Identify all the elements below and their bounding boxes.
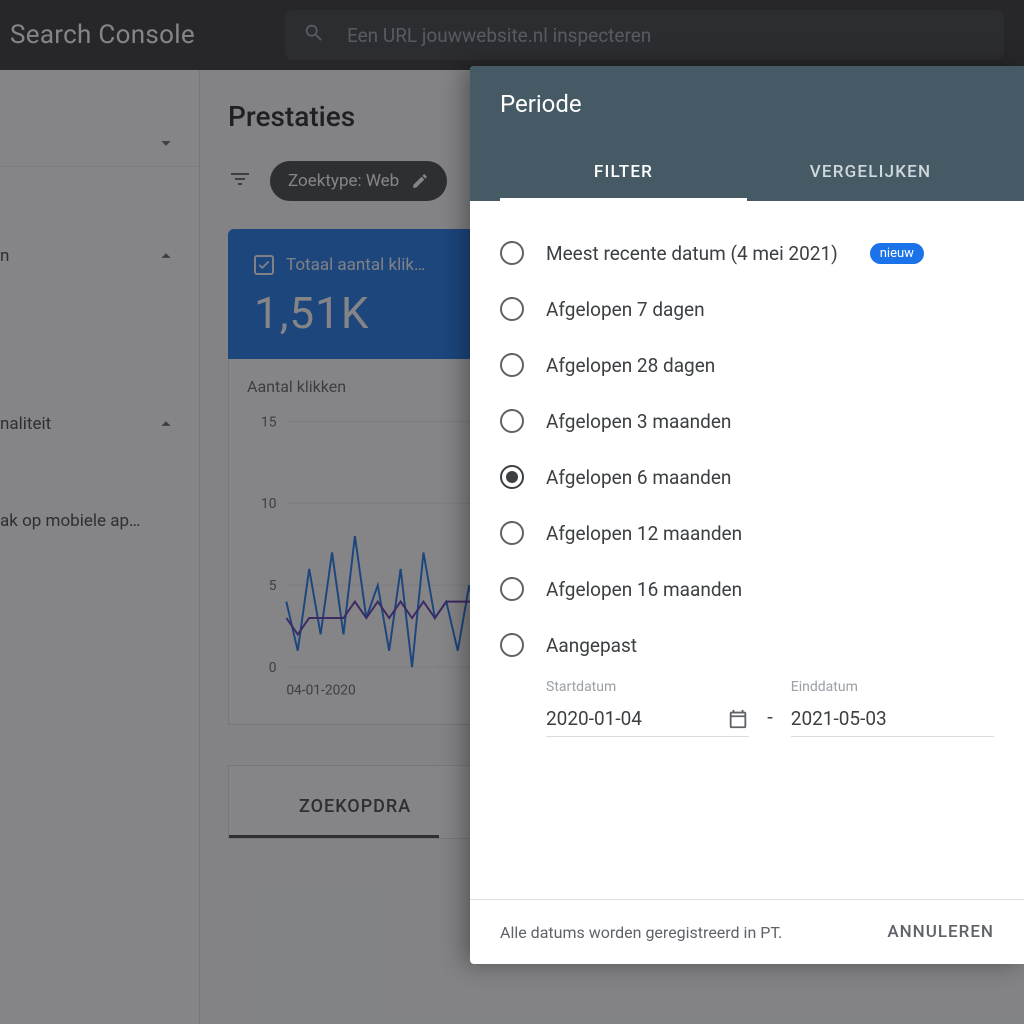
radio-icon [500, 633, 524, 657]
end-date-input[interactable]: 2021-05-03 [791, 701, 994, 737]
date-option-3[interactable]: Afgelopen 3 maanden [500, 393, 994, 449]
date-option-2[interactable]: Afgelopen 28 dagen [500, 337, 994, 393]
date-option-5[interactable]: Afgelopen 12 maanden [500, 505, 994, 561]
option-label: Afgelopen 16 maanden [546, 578, 742, 601]
option-label: Afgelopen 7 dagen [546, 298, 705, 321]
cancel-button[interactable]: ANNULEREN [887, 922, 994, 942]
option-label: Afgelopen 6 maanden [546, 466, 731, 489]
start-date-input[interactable]: 2020-01-04 [546, 701, 749, 737]
end-date-label: Einddatum [791, 679, 994, 695]
radio-icon [500, 521, 524, 545]
date-option-7[interactable]: Aangepast [500, 617, 994, 673]
option-label: Afgelopen 3 maanden [546, 410, 731, 433]
date-option-6[interactable]: Afgelopen 16 maanden [500, 561, 994, 617]
calendar-icon [727, 708, 749, 730]
radio-icon [500, 241, 524, 265]
new-badge: nieuw [870, 243, 924, 264]
dialog-footer-note: Alle datums worden geregistreerd in PT. [500, 923, 782, 942]
start-date-label: Startdatum [546, 679, 749, 695]
option-label: Aangepast [546, 634, 637, 657]
date-option-4[interactable]: Afgelopen 6 maanden [500, 449, 994, 505]
tab-filter[interactable]: FILTER [500, 146, 747, 201]
radio-icon [500, 577, 524, 601]
dialog-title: Periode [500, 90, 994, 118]
date-option-1[interactable]: Afgelopen 7 dagen [500, 281, 994, 337]
tab-compare[interactable]: VERGELIJKEN [747, 146, 994, 201]
date-separator: - [767, 705, 773, 737]
date-option-0[interactable]: Meest recente datum (4 mei 2021) nieuw [500, 225, 994, 281]
option-label: Meest recente datum (4 mei 2021) [546, 242, 838, 265]
option-label: Afgelopen 12 maanden [546, 522, 742, 545]
end-date-value: 2021-05-03 [791, 707, 887, 730]
radio-icon [500, 297, 524, 321]
radio-icon [500, 465, 524, 489]
option-label: Afgelopen 28 dagen [546, 354, 715, 377]
radio-icon [500, 409, 524, 433]
date-range-dialog: Periode FILTER VERGELIJKEN Meest recente… [470, 66, 1024, 964]
start-date-value: 2020-01-04 [546, 707, 642, 730]
radio-icon [500, 353, 524, 377]
